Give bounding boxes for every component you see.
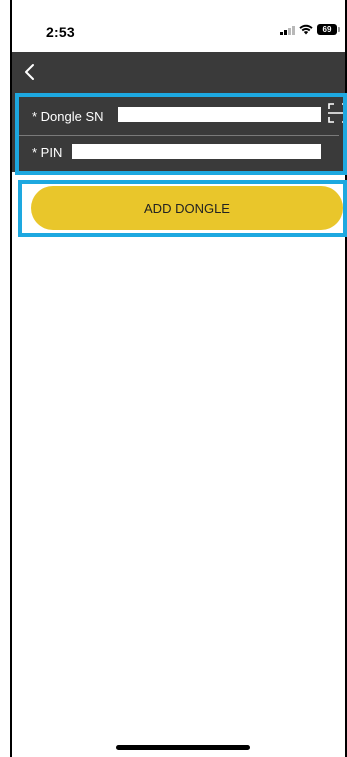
screen: 2:53 69 * Dongle SN * PIN ADD DONGLE [0,0,347,757]
dongle-sn-label: * Dongle SN [32,108,104,124]
frame-edge-left [0,0,12,757]
status-icons: 69 [280,24,340,35]
nav-bar [12,52,345,92]
battery-level: 69 [322,25,332,34]
battery-icon: 69 [317,24,340,35]
scan-icon[interactable] [327,102,347,124]
cellular-signal-icon [280,25,295,35]
pin-input[interactable] [72,144,321,159]
status-bar: 2:53 69 [12,0,345,52]
pin-label: * PIN [32,144,63,160]
add-dongle-button[interactable]: ADD DONGLE [31,186,343,230]
chevron-left-icon[interactable] [18,60,42,84]
dongle-sn-input[interactable] [118,107,321,122]
dongle-form: * Dongle SN * PIN [12,92,347,172]
home-indicator [116,745,250,750]
wifi-icon [299,24,313,35]
status-time: 2:53 [46,24,75,40]
pin-row: * PIN [12,134,345,170]
